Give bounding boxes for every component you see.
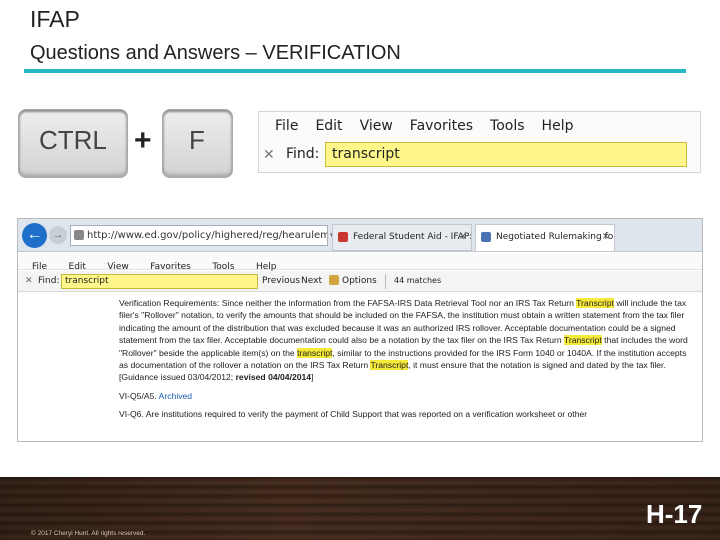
find-input[interactable]: transcript xyxy=(325,142,687,167)
search-highlight: Transcript xyxy=(576,298,615,308)
address-url: http://www.ed.gov/policy/highered/reg/he… xyxy=(87,230,328,241)
tab-close-icon[interactable]: × xyxy=(602,225,610,249)
menu-help[interactable]: Help xyxy=(542,118,574,134)
f-key-label: F xyxy=(189,125,205,155)
verification-paragraph: Verification Requirements: Since neither… xyxy=(119,297,693,384)
tab-label: Negotiated Rulemaking for ... xyxy=(496,232,614,242)
match-count: 44 matches xyxy=(394,276,442,285)
title-rule xyxy=(24,69,686,73)
menu-excerpt-bar: File Edit View Favorites Tools Help xyxy=(275,118,590,134)
browser-screenshot: ← → http://www.ed.gov/policy/highered/re… xyxy=(17,218,703,442)
tab-label: Federal Student Aid - IFAP: Ho... xyxy=(353,232,472,242)
plus-sign: + xyxy=(134,124,152,157)
page-icon xyxy=(74,230,84,240)
menu-view[interactable]: View xyxy=(360,118,393,134)
forward-arrow-icon[interactable]: → xyxy=(49,226,67,244)
browser-tabbar: ← → http://www.ed.gov/policy/highered/re… xyxy=(18,219,702,252)
next-button[interactable]: Next xyxy=(301,276,322,286)
address-bar[interactable]: http://www.ed.gov/policy/highered/reg/he… xyxy=(70,225,328,246)
options-icon xyxy=(329,275,339,285)
next-question: VI-Q6. Are institutions required to veri… xyxy=(119,409,588,420)
menu-file[interactable]: File xyxy=(275,118,298,134)
ctrl-key: CTRL xyxy=(18,109,128,178)
page-number: H-17 xyxy=(646,499,703,529)
tab-federal-student-aid[interactable]: Federal Student Aid - IFAP: Ho... × xyxy=(332,224,472,251)
find-input[interactable]: transcript xyxy=(61,274,258,289)
close-icon[interactable]: ✕ xyxy=(263,146,275,163)
slide-title: IFAP xyxy=(30,6,80,32)
search-highlight: Transcript xyxy=(370,360,409,371)
options-label: Options xyxy=(342,276,377,286)
findbar-divider xyxy=(385,274,386,289)
browser-findbar: ✕ Find: transcript Previous Next Options… xyxy=(18,271,702,292)
ctrl-key-label: CTRL xyxy=(39,125,107,155)
revised-date: revised 04/04/2014 xyxy=(235,372,312,383)
slide-subtitle: Questions and Answers – VERIFICATION xyxy=(30,42,401,64)
menu-edit[interactable]: Edit xyxy=(315,118,342,134)
tab-close-icon[interactable]: × xyxy=(459,225,467,249)
question-id: VI-Q5/A5. xyxy=(119,390,159,401)
search-highlight: Transcript xyxy=(563,335,602,346)
close-icon[interactable]: ✕ xyxy=(25,275,33,286)
menu-favorites[interactable]: Favorites xyxy=(410,118,473,134)
doc-text: Verification Requirements: Since neither… xyxy=(119,298,577,308)
find-label: Find: xyxy=(286,146,320,162)
document-content: Verification Requirements: Since neither… xyxy=(119,297,693,421)
archive-line: VI-Q5/A5. Archived xyxy=(119,390,693,402)
tab-favicon-icon xyxy=(481,232,491,242)
menu-tools[interactable]: Tools xyxy=(490,118,525,134)
archived-link[interactable]: Archived xyxy=(159,391,192,401)
menu-excerpt-panel: File Edit View Favorites Tools Help ✕ Fi… xyxy=(258,111,701,173)
doc-text: ] xyxy=(311,372,314,383)
previous-button[interactable]: Previous xyxy=(262,276,300,286)
search-highlight: transcript xyxy=(297,347,333,358)
tab-favicon-icon xyxy=(338,232,348,242)
find-label: Find: xyxy=(38,276,60,286)
options-button[interactable]: Options xyxy=(329,275,377,286)
back-arrow-icon[interactable]: ← xyxy=(22,223,47,248)
browser-menubar: File Edit View Favorites Tools Help xyxy=(18,253,702,272)
f-key: F xyxy=(162,109,233,178)
copyright-notice: © 2017 Cheryl Hunt. All rights reserved. xyxy=(31,530,146,537)
tab-negotiated-rulemaking[interactable]: Negotiated Rulemaking for ... × xyxy=(475,224,615,251)
wood-footer: © 2017 Cheryl Hunt. All rights reserved.… xyxy=(0,477,720,540)
